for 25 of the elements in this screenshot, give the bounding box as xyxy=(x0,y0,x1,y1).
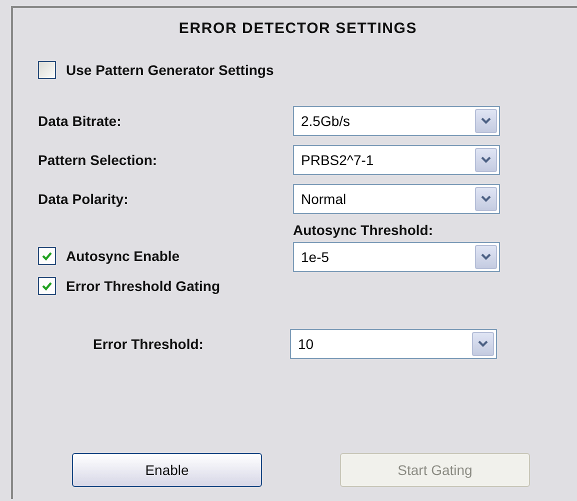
dropdown[interactable]: 2.5Gb/s xyxy=(293,106,500,136)
checkbox-label: Autosync Enable xyxy=(66,248,180,264)
chevron-down-icon xyxy=(478,340,488,348)
field-label: Data Polarity: xyxy=(38,191,130,207)
dropdown[interactable]: 10 xyxy=(290,329,497,359)
panel-title: ERROR DETECTOR SETTINGS xyxy=(178,20,418,38)
dropdown[interactable]: PRBS2^7-1 xyxy=(293,145,500,175)
chevron-down-icon xyxy=(481,195,491,203)
checkbox[interactable] xyxy=(38,247,56,265)
field-label: Pattern Selection: xyxy=(38,152,158,168)
checkmark-icon xyxy=(41,250,53,262)
field-label: Autosync Threshold: xyxy=(293,222,434,238)
field-label: Error Threshold: xyxy=(92,336,204,352)
checkbox-label: Use Pattern Generator Settings xyxy=(66,62,274,78)
button[interactable]: Enable xyxy=(72,453,262,487)
dropdown[interactable]: 1e-5 xyxy=(293,242,500,272)
chevron-down-icon xyxy=(481,117,491,125)
checkmark-icon xyxy=(41,280,53,292)
checkbox[interactable] xyxy=(38,277,56,295)
chevron-down-icon xyxy=(481,156,491,164)
chevron-down-icon xyxy=(481,253,491,261)
checkbox[interactable] xyxy=(38,61,56,79)
dropdown[interactable]: Normal xyxy=(293,184,500,214)
field-label: Data Bitrate: xyxy=(38,113,122,129)
checkbox-label: Error Threshold Gating xyxy=(66,278,220,294)
